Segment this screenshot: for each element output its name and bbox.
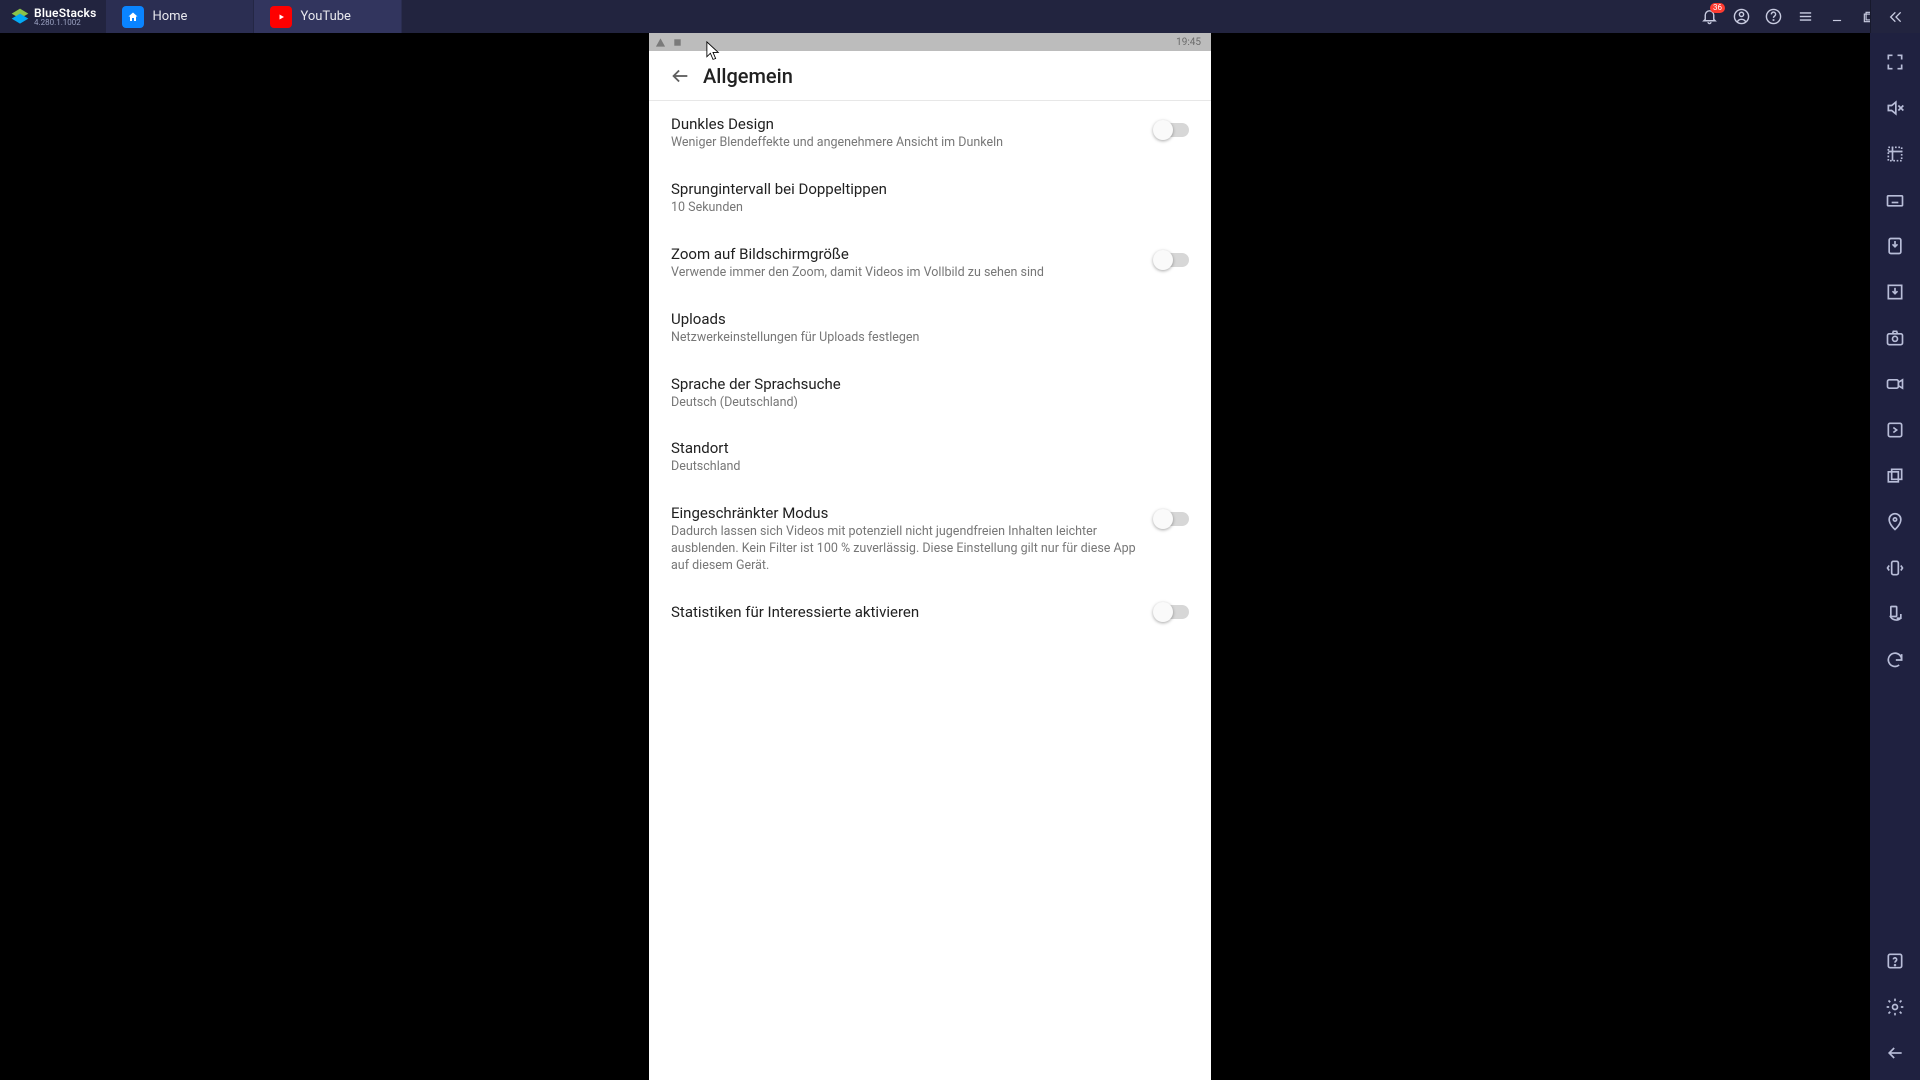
tab-home-label: Home: [152, 9, 187, 24]
setting-subtitle: 10 Sekunden: [671, 200, 1177, 217]
setting-subtitle: Weniger Blendeffekte und angenehmere Ans…: [671, 135, 1143, 152]
youtube-icon: [270, 6, 292, 28]
settings-appbar: Allgemein: [649, 51, 1211, 101]
setting-title: Standort: [671, 439, 1177, 457]
setting-title: Sprungintervall bei Doppeltippen: [671, 180, 1177, 198]
macro-icon[interactable]: [1884, 419, 1906, 441]
android-app-window: 19:45 Allgemein Dunkles Design Weniger B…: [649, 33, 1211, 1080]
keymap-icon[interactable]: [1884, 143, 1906, 165]
import-icon[interactable]: [1884, 281, 1906, 303]
settings-list: Dunkles Design Weniger Blendeffekte und …: [649, 101, 1211, 1080]
statusbar-time: 19:45: [1176, 37, 1205, 48]
setting-voice-language[interactable]: Sprache der Sprachsuche Deutsch (Deutsch…: [649, 361, 1211, 426]
notifications-icon[interactable]: 36: [1700, 8, 1718, 26]
multi-instance-icon[interactable]: [1884, 465, 1906, 487]
bluestacks-version: 4.280.1.1002: [34, 19, 96, 27]
setting-subtitle: Deutschland: [671, 459, 1177, 476]
toggle-zoom-fill[interactable]: [1155, 253, 1189, 267]
square-status-icon: [672, 37, 683, 48]
tab-youtube[interactable]: YouTube: [254, 0, 402, 33]
keyboard-icon[interactable]: [1884, 189, 1906, 211]
right-toolbar: [1870, 33, 1920, 1080]
setting-subtitle: Verwende immer den Zoom, damit Videos im…: [671, 265, 1143, 282]
screenshot-icon[interactable]: [1884, 327, 1906, 349]
tab-home[interactable]: Home: [106, 0, 254, 33]
back-arrow-icon[interactable]: [659, 55, 701, 97]
setting-location[interactable]: Standort Deutschland: [649, 425, 1211, 490]
setting-title: Sprache der Sprachsuche: [671, 375, 1177, 393]
setting-subtitle: Deutsch (Deutschland): [671, 395, 1177, 412]
install-apk-icon[interactable]: [1884, 235, 1906, 257]
setting-zoom-fill[interactable]: Zoom auf Bildschirmgröße Verwende immer …: [649, 231, 1211, 296]
setting-title: Zoom auf Bildschirmgröße: [671, 245, 1143, 263]
setting-subtitle: Netzwerkeinstellungen für Uploads festle…: [671, 330, 1177, 347]
setting-dark-theme[interactable]: Dunkles Design Weniger Blendeffekte und …: [649, 101, 1211, 166]
sidebar-collapse-button[interactable]: [1870, 0, 1920, 33]
rotate-icon[interactable]: [1884, 603, 1906, 625]
android-statusbar: 19:45: [649, 33, 1211, 51]
record-icon[interactable]: [1884, 373, 1906, 395]
setting-title: Dunkles Design: [671, 115, 1143, 133]
setting-stats-for-nerds[interactable]: Statistiken für Interessierte aktivieren: [649, 589, 1211, 637]
minimize-icon[interactable]: [1828, 8, 1846, 26]
setting-title: Uploads: [671, 310, 1177, 328]
bluestacks-logo: BlueStacks 4.280.1.1002: [0, 7, 106, 27]
sync-icon[interactable]: [1884, 649, 1906, 671]
setting-title: Statistiken für Interessierte aktivieren: [671, 603, 1143, 621]
setting-doubletap-seek[interactable]: Sprungintervall bei Doppeltippen 10 Seku…: [649, 166, 1211, 231]
android-back-icon[interactable]: [1884, 1042, 1906, 1064]
hamburger-menu-icon[interactable]: [1796, 8, 1814, 26]
notification-badge: 36: [1710, 3, 1725, 13]
warning-status-icon: [655, 37, 666, 48]
bluestacks-name: BlueStacks: [34, 7, 96, 19]
fullscreen-icon[interactable]: [1884, 51, 1906, 73]
setting-title: Eingeschränkter Modus: [671, 504, 1143, 522]
help2-icon[interactable]: [1884, 950, 1906, 972]
home-icon: [122, 6, 144, 28]
bluestacks-icon: [10, 7, 30, 27]
setting-restricted-mode[interactable]: Eingeschränkter Modus Dadurch lassen sic…: [649, 490, 1211, 589]
help-icon[interactable]: [1764, 8, 1782, 26]
setting-uploads[interactable]: Uploads Netzwerkeinstellungen für Upload…: [649, 296, 1211, 361]
tab-youtube-label: YouTube: [300, 9, 351, 24]
shake-icon[interactable]: [1884, 557, 1906, 579]
window-titlebar: BlueStacks 4.280.1.1002 Home YouTube 36: [0, 0, 1920, 33]
toggle-restricted-mode[interactable]: [1155, 512, 1189, 526]
toggle-dark-theme[interactable]: [1155, 123, 1189, 137]
gear-icon[interactable]: [1884, 996, 1906, 1018]
location-icon[interactable]: [1884, 511, 1906, 533]
account-icon[interactable]: [1732, 8, 1750, 26]
volume-mute-icon[interactable]: [1884, 97, 1906, 119]
toggle-stats[interactable]: [1155, 605, 1189, 619]
setting-subtitle: Dadurch lassen sich Videos mit potenziel…: [671, 524, 1143, 575]
page-title: Allgemein: [703, 64, 793, 88]
